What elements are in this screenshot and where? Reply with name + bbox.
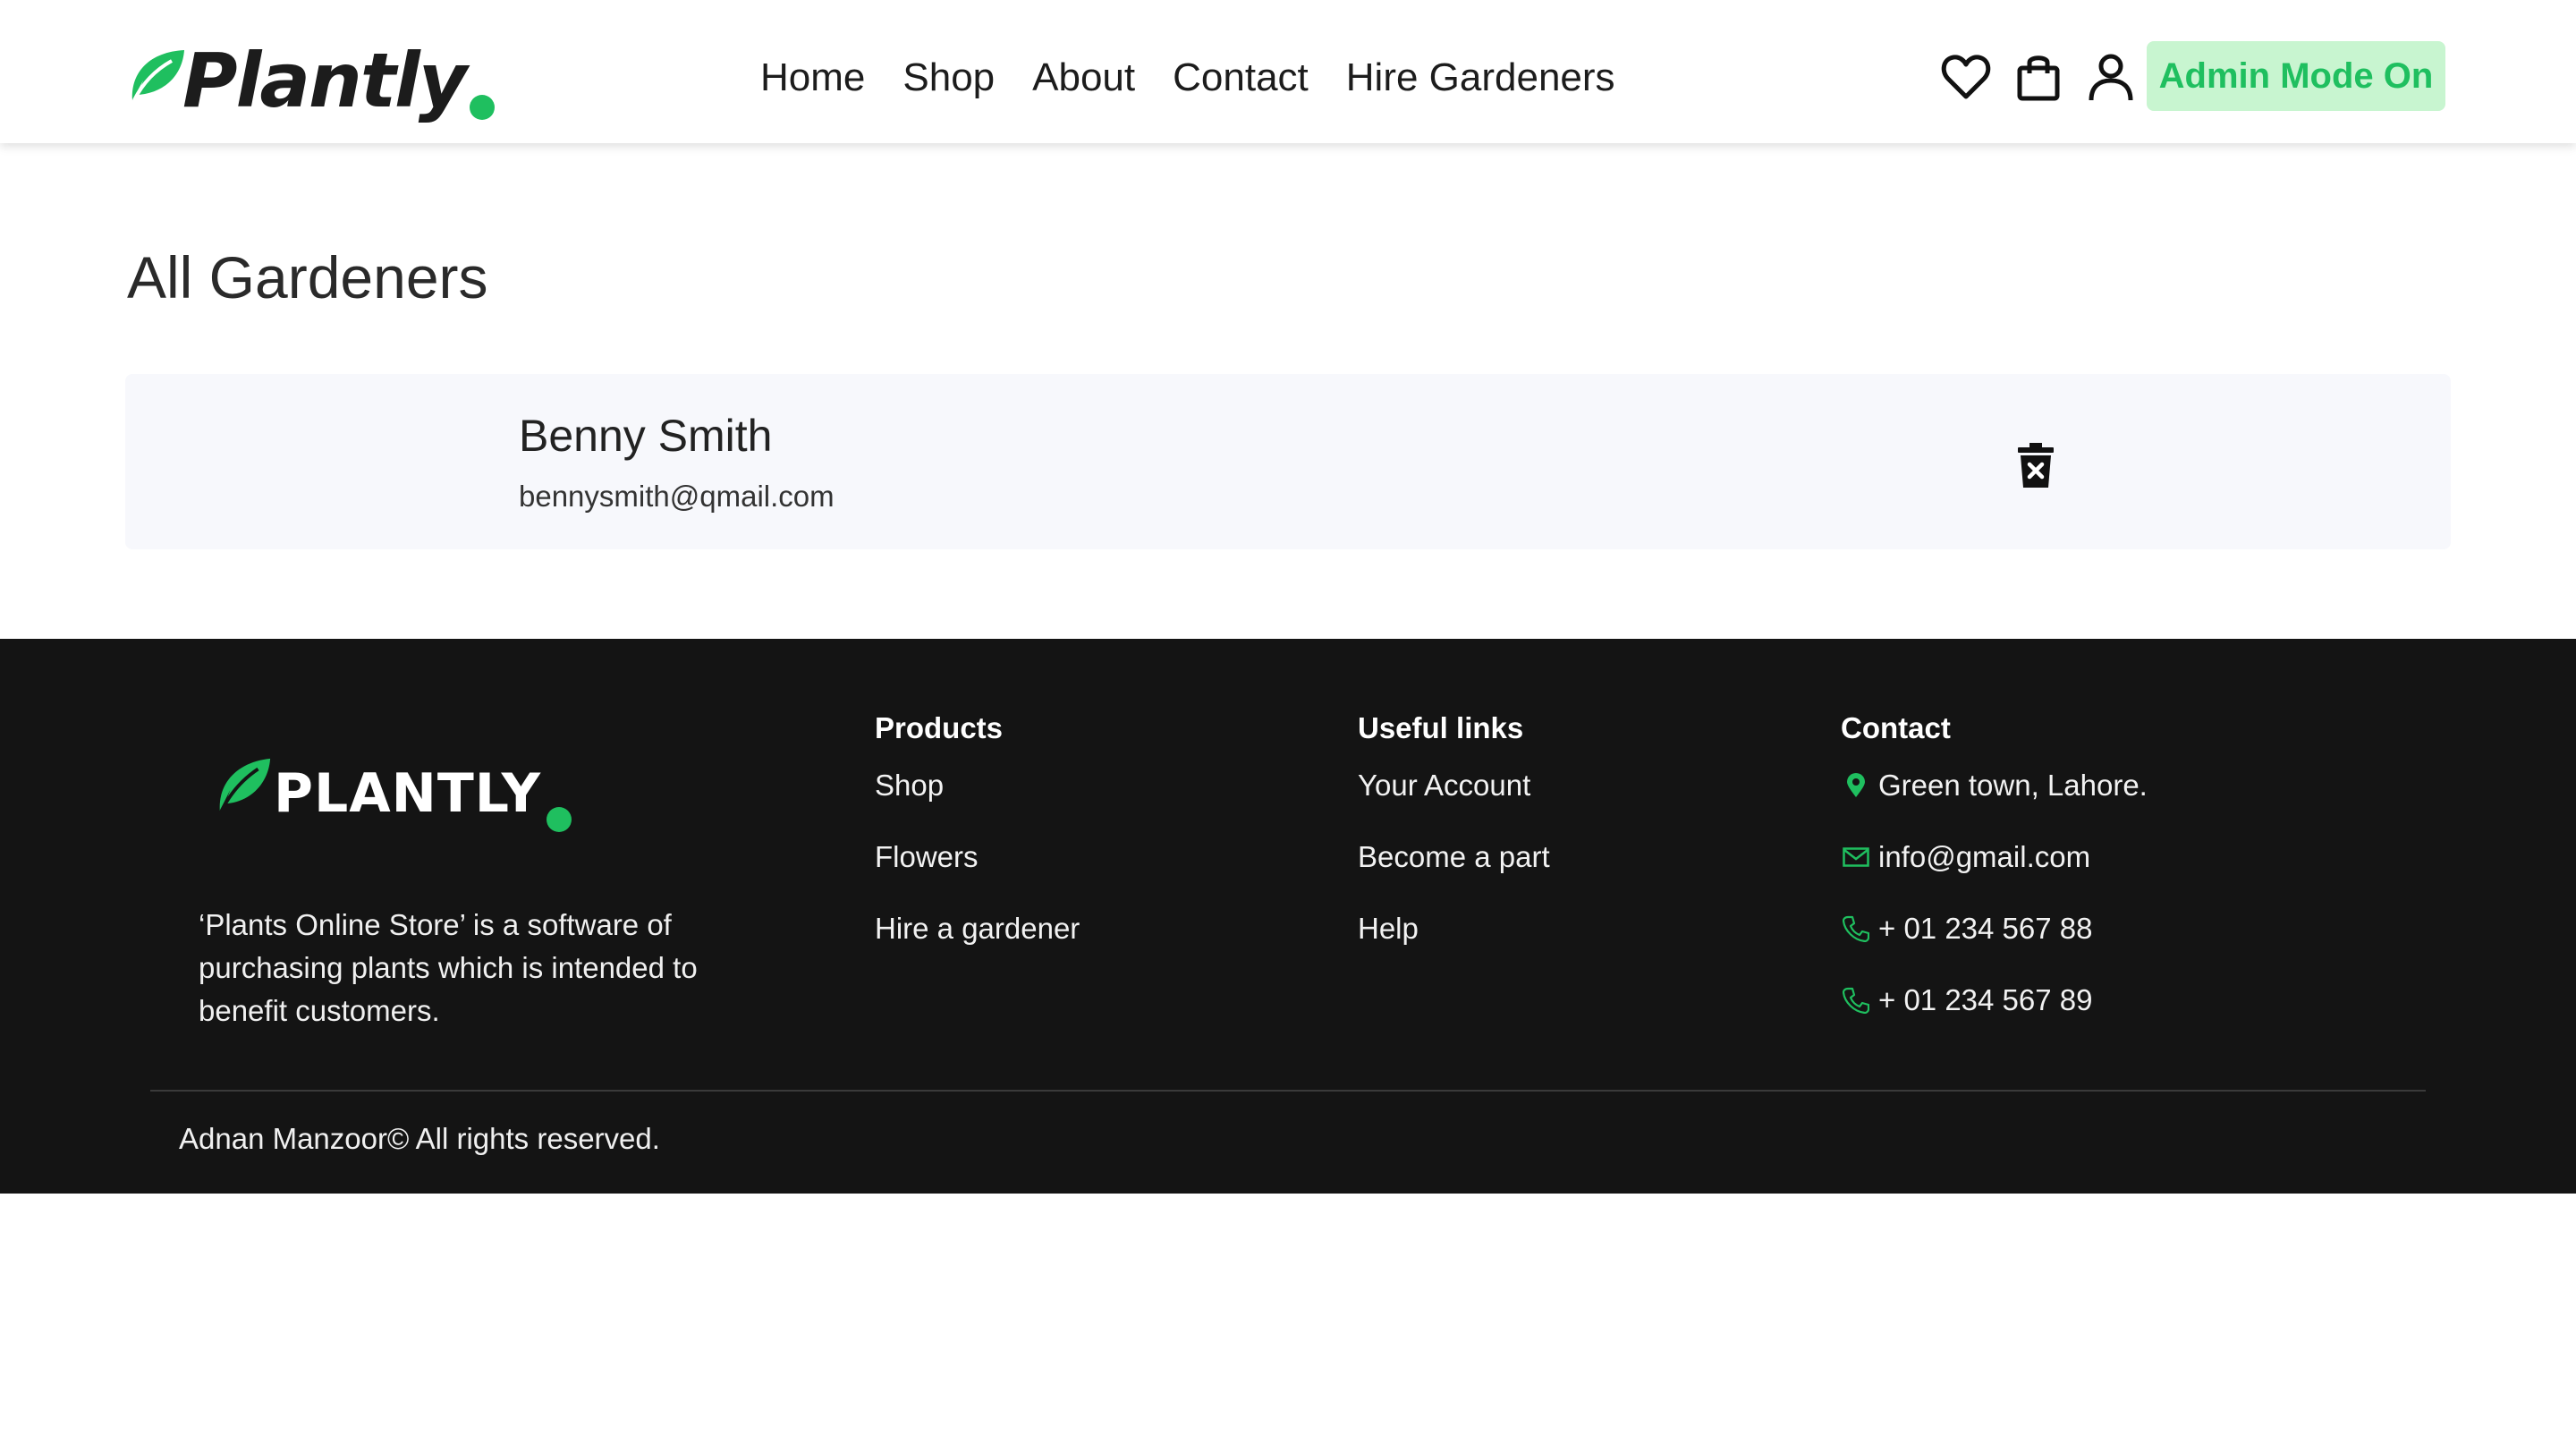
footer-link-help[interactable]: Help: [1358, 909, 1550, 981]
page-title: All Gardeners: [127, 244, 488, 310]
cart-button[interactable]: [2012, 50, 2065, 104]
mail-icon: [1841, 837, 1871, 877]
footer-copyright: Adnan Manzoor© All rights reserved.: [179, 1122, 660, 1155]
footer-link-flowers[interactable]: Flowers: [875, 837, 1080, 909]
phone-icon: [1841, 909, 1871, 948]
nav-about[interactable]: About: [1032, 55, 1135, 100]
footer-contact-heading: Contact: [1841, 711, 1951, 744]
leaf-icon: [131, 50, 184, 101]
footer-logo[interactable]: PLANTLY: [213, 753, 572, 834]
contact-phone-2[interactable]: + 01 234 567 89: [1841, 981, 2148, 1052]
shopping-bag-icon: [2017, 55, 2060, 101]
contact-email-text: info@gmail.com: [1878, 840, 2091, 873]
nav-home[interactable]: Home: [760, 55, 865, 100]
nav-contact[interactable]: Contact: [1173, 55, 1309, 100]
contact-email[interactable]: info@gmail.com: [1841, 837, 2148, 909]
footer-useful-column: Useful links Your Account Become a part …: [1358, 709, 1550, 981]
account-button[interactable]: [2084, 50, 2138, 104]
footer-link-become-part[interactable]: Become a part: [1358, 837, 1550, 909]
gardener-card: Benny Smith bennysmith@qmail.com: [125, 374, 2451, 549]
gardener-email: bennysmith@qmail.com: [519, 480, 835, 513]
brand-logo[interactable]: Plantly: [125, 36, 495, 125]
footer-description: ‘Plants Online Store’ is a software of p…: [199, 908, 698, 1027]
user-icon: [2089, 54, 2133, 101]
footer-divider: [150, 1090, 2426, 1092]
brand-dot: [469, 95, 495, 120]
footer-brand-dot: [547, 807, 572, 832]
contact-address: Green town, Lahore.: [1841, 766, 2148, 837]
main-nav: Home Shop About Contact Hire Gardeners: [760, 47, 1653, 109]
admin-mode-button[interactable]: Admin Mode On: [2147, 41, 2445, 111]
footer-link-hire-gardener[interactable]: Hire a gardener: [875, 909, 1080, 981]
contact-phone-1[interactable]: + 01 234 567 88: [1841, 909, 2148, 981]
header-actions: [1939, 50, 2157, 104]
footer-products-heading: Products: [875, 711, 1004, 744]
footer-link-account[interactable]: Your Account: [1358, 766, 1550, 837]
gardener-name: Benny Smith: [519, 411, 773, 461]
contact-phone-1-text: + 01 234 567 88: [1878, 912, 2093, 945]
wishlist-button[interactable]: [1939, 50, 1993, 104]
location-pin-icon: [1841, 766, 1871, 805]
delete-gardener-button[interactable]: [2011, 438, 2061, 492]
site-footer: PLANTLY ‘Plants Online Store’ is a softw…: [0, 639, 2576, 1194]
site-header: Plantly Home Shop About Contact Hire Gar…: [0, 0, 2576, 143]
footer-useful-heading: Useful links: [1358, 711, 1524, 744]
brand-name: Plantly: [182, 37, 468, 124]
footer-link-shop[interactable]: Shop: [875, 766, 1080, 837]
nav-shop[interactable]: Shop: [902, 55, 995, 100]
footer-brand-name: PLANTLY: [274, 762, 542, 825]
contact-address-text: Green town, Lahore.: [1878, 769, 2148, 802]
phone-icon: [1841, 981, 1871, 1020]
footer-contact-column: Contact Green town, Lahore. info@gmail.c…: [1841, 709, 2148, 1052]
nav-hire-gardeners[interactable]: Hire Gardeners: [1346, 55, 1615, 100]
trash-icon: [2018, 443, 2054, 488]
footer-products-column: Products Shop Flowers Hire a gardener: [875, 709, 1080, 981]
leaf-icon: [219, 758, 271, 811]
contact-phone-2-text: + 01 234 567 89: [1878, 983, 2093, 1016]
heart-icon: [1941, 55, 1991, 99]
